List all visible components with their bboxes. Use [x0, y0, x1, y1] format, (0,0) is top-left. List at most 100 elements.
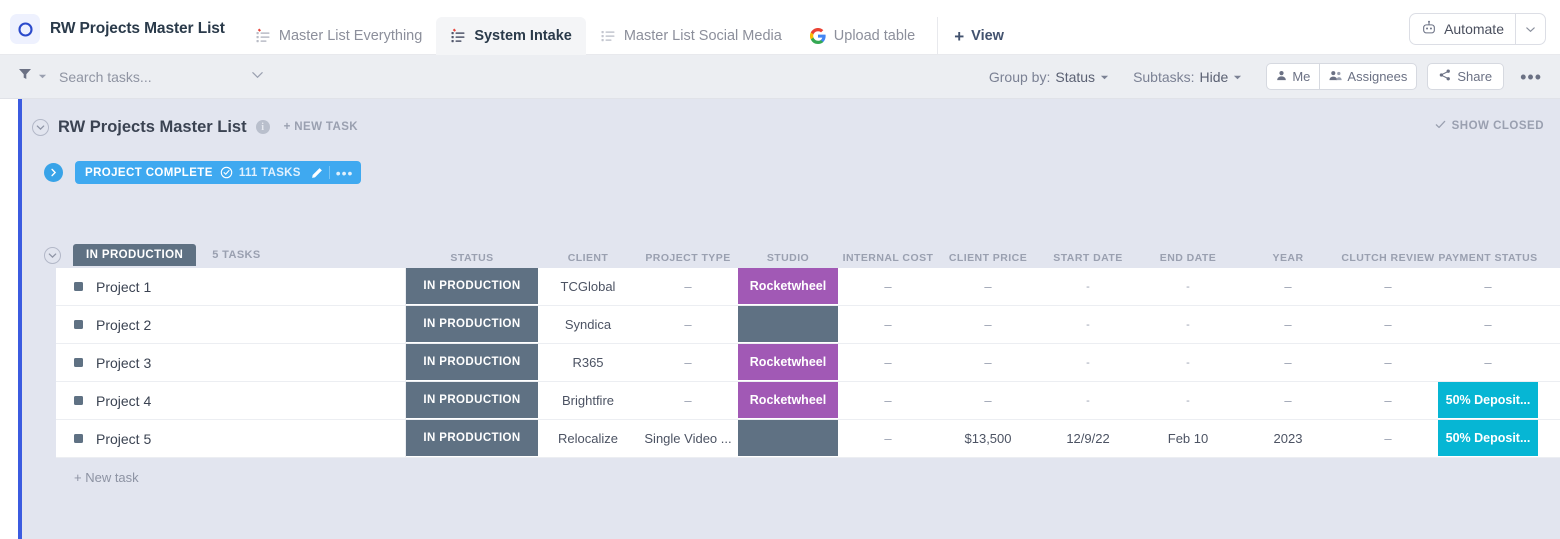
filter-button[interactable]	[18, 67, 47, 86]
share-button[interactable]: Share	[1427, 63, 1505, 90]
cell-internal-cost[interactable]: –	[838, 420, 938, 457]
group-by-control[interactable]: Group by: Status	[989, 69, 1109, 85]
filter-me-button[interactable]: Me	[1267, 64, 1319, 89]
cell-start-date[interactable]: -	[1038, 268, 1138, 305]
cell-project-type[interactable]: –	[638, 382, 738, 419]
new-task-link[interactable]: + NEW TASK	[284, 121, 358, 133]
subtasks-control[interactable]: Subtasks: Hide	[1133, 69, 1242, 85]
cell-end-date[interactable]: -	[1138, 306, 1238, 343]
cell-client-price[interactable]: –	[938, 268, 1038, 305]
cell-internal-cost[interactable]: –	[838, 268, 938, 305]
automate-main[interactable]: Automate	[1410, 14, 1515, 44]
tab-master-list-everything[interactable]: Master List Everything	[241, 17, 436, 55]
tab-system-intake[interactable]: System Intake	[436, 17, 586, 55]
cell-clutch-review[interactable]: –	[1338, 268, 1438, 305]
table-row[interactable]: Project 4 IN PRODUCTION Brightfire – Roc…	[56, 382, 1560, 420]
cell-start-date[interactable]: 12/9/22	[1038, 420, 1138, 457]
cell-year[interactable]: –	[1238, 268, 1338, 305]
column-header-client[interactable]: CLIENT	[538, 252, 638, 268]
cell-clutch-review[interactable]: –	[1338, 306, 1438, 343]
show-closed-toggle[interactable]: SHOW CLOSED	[1435, 119, 1544, 133]
tab-master-list-social-media[interactable]: Master List Social Media	[586, 17, 796, 55]
cell-year[interactable]: 2023	[1238, 420, 1338, 457]
cell-clutch-review[interactable]: –	[1338, 344, 1438, 381]
tab-upload-table[interactable]: Upload table	[796, 17, 929, 55]
column-header-start-date[interactable]: START DATE	[1038, 252, 1138, 268]
cell-task-name[interactable]: Project 5	[56, 420, 406, 457]
collapse-list-icon[interactable]	[32, 118, 49, 136]
cell-internal-cost[interactable]: –	[838, 382, 938, 419]
cell-client-price[interactable]: –	[938, 344, 1038, 381]
cell-payment-status[interactable]: 50% Deposit...	[1438, 420, 1538, 457]
column-header-clutch-review[interactable]: CLUTCH REVIEW	[1338, 252, 1438, 268]
cell-year[interactable]: –	[1238, 382, 1338, 419]
cell-year[interactable]: –	[1238, 306, 1338, 343]
cell-start-date[interactable]: -	[1038, 382, 1138, 419]
search-input[interactable]: Search tasks...	[59, 68, 264, 86]
add-new-task-row[interactable]: + New task	[56, 458, 1560, 496]
cell-client[interactable]: Syndica	[538, 306, 638, 343]
cell-client-price[interactable]: –	[938, 382, 1038, 419]
cell-studio[interactable]: Rocketwheel	[738, 382, 838, 419]
cell-end-date[interactable]: -	[1138, 344, 1238, 381]
cell-task-name[interactable]: Project 4	[56, 382, 406, 419]
cell-status[interactable]: IN PRODUCTION	[406, 420, 538, 457]
cell-start-date[interactable]: -	[1038, 344, 1138, 381]
cell-year[interactable]: –	[1238, 344, 1338, 381]
column-header-project-type[interactable]: PROJECT TYPE	[638, 252, 738, 268]
cell-end-date[interactable]: Feb 10	[1138, 420, 1238, 457]
cell-start-date[interactable]: -	[1038, 306, 1138, 343]
pencil-icon[interactable]	[311, 167, 323, 179]
column-header-payment-status[interactable]: PAYMENT STATUS	[1438, 252, 1538, 268]
cell-client[interactable]: R365	[538, 344, 638, 381]
cell-client[interactable]: Brightfire	[538, 382, 638, 419]
cell-studio[interactable]: Rocketwheel	[738, 268, 838, 305]
info-icon[interactable]: i	[255, 120, 270, 134]
cell-end-date[interactable]: -	[1138, 268, 1238, 305]
chevron-down-icon[interactable]	[1515, 14, 1545, 44]
column-header-year[interactable]: YEAR	[1238, 252, 1338, 268]
cell-studio[interactable]	[738, 306, 838, 343]
cell-status[interactable]: IN PRODUCTION	[406, 382, 538, 419]
column-header-end-date[interactable]: END DATE	[1138, 252, 1238, 268]
cell-internal-cost[interactable]: –	[838, 344, 938, 381]
cell-client[interactable]: TCGlobal	[538, 268, 638, 305]
cell-project-type[interactable]: –	[638, 344, 738, 381]
cell-internal-cost[interactable]: –	[838, 306, 938, 343]
search-expand-chevron-icon[interactable]	[251, 68, 264, 86]
cell-payment-status[interactable]: 50% Deposit...	[1438, 382, 1538, 419]
cell-studio[interactable]	[738, 420, 838, 457]
cell-client-price[interactable]: –	[938, 306, 1038, 343]
cell-task-name[interactable]: Project 1	[56, 268, 406, 305]
table-row[interactable]: Project 2 IN PRODUCTION Syndica – – – - …	[56, 306, 1560, 344]
column-header-client-price[interactable]: CLIENT PRICE	[938, 252, 1038, 268]
expand-group-icon[interactable]	[44, 163, 63, 182]
cell-payment-status[interactable]: –	[1438, 344, 1538, 381]
cell-project-type[interactable]: –	[638, 268, 738, 305]
table-row[interactable]: Project 5 IN PRODUCTION Relocalize Singl…	[56, 420, 1560, 458]
cell-task-name[interactable]: Project 2	[56, 306, 406, 343]
cell-client[interactable]: Relocalize	[538, 420, 638, 457]
cell-clutch-review[interactable]: –	[1338, 420, 1438, 457]
add-view-button[interactable]: + View	[937, 17, 1016, 55]
cell-end-date[interactable]: -	[1138, 382, 1238, 419]
group-more-icon[interactable]: •••	[336, 166, 356, 180]
toolbar-more-button[interactable]: •••	[1516, 68, 1546, 86]
cell-payment-status[interactable]: –	[1438, 268, 1538, 305]
cell-status[interactable]: IN PRODUCTION	[406, 306, 538, 343]
cell-client-price[interactable]: $13,500	[938, 420, 1038, 457]
table-row[interactable]: Project 3 IN PRODUCTION R365 – Rocketwhe…	[56, 344, 1560, 382]
cell-clutch-review[interactable]: –	[1338, 382, 1438, 419]
cell-payment-status[interactable]: –	[1438, 306, 1538, 343]
cell-studio[interactable]: Rocketwheel	[738, 344, 838, 381]
cell-task-name[interactable]: Project 3	[56, 344, 406, 381]
cell-status[interactable]: IN PRODUCTION	[406, 344, 538, 381]
table-row[interactable]: Project 1 IN PRODUCTION TCGlobal – Rocke…	[56, 268, 1560, 306]
group-pill-project-complete[interactable]: PROJECT COMPLETE 111 TASKS •••	[75, 161, 362, 184]
cell-project-type[interactable]: Single Video ...	[638, 420, 738, 457]
column-header-internal-cost[interactable]: INTERNAL COST	[838, 252, 938, 268]
cell-project-type[interactable]: –	[638, 306, 738, 343]
column-header-status[interactable]: STATUS	[406, 252, 538, 268]
cell-status[interactable]: IN PRODUCTION	[406, 268, 538, 305]
filter-assignees-button[interactable]: Assignees	[1319, 64, 1416, 89]
